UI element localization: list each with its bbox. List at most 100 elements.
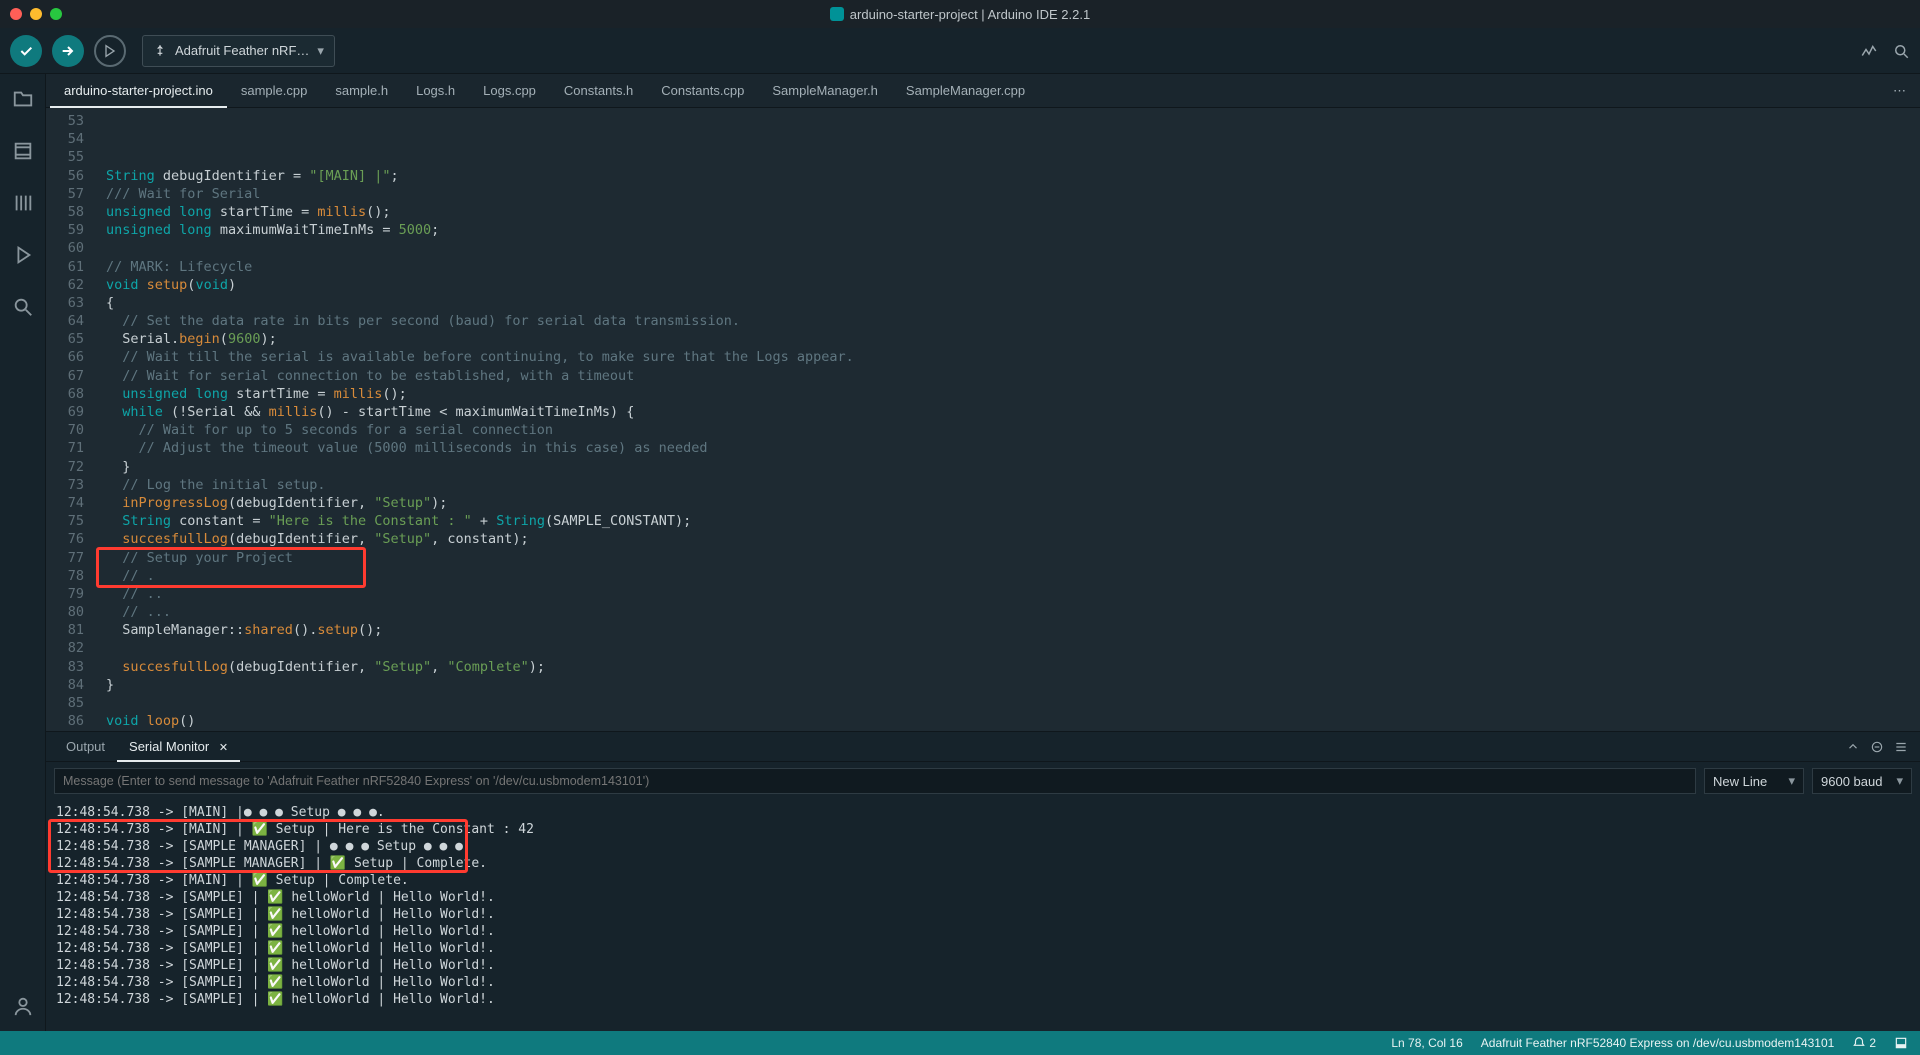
panel-tabs: Output Serial Monitor ✕ [46, 732, 1920, 762]
status-board: Adafruit Feather nRF52840 Express on /de… [1481, 1036, 1835, 1050]
upload-button[interactable] [52, 35, 84, 67]
code-line[interactable]: // Wait for serial connection to be esta… [94, 367, 1920, 385]
code-line[interactable]: // Wait for up to 5 seconds for a serial… [94, 421, 1920, 439]
log-line: 12:48:54.738 -> [SAMPLE] | ✅ helloWorld … [56, 906, 1910, 923]
serial-plotter-icon[interactable] [1860, 42, 1878, 60]
baud-rate-label: 9600 baud [1821, 774, 1882, 789]
chevron-down-icon: ▾ [1896, 773, 1903, 789]
code-line[interactable]: // Wait till the serial is available bef… [94, 348, 1920, 366]
code-line[interactable]: unsigned long maximumWaitTimeInMs = 5000… [94, 221, 1920, 239]
code-line[interactable]: String constant = "Here is the Constant … [94, 512, 1920, 530]
log-line: 12:48:54.738 -> [SAMPLE] | ✅ helloWorld … [56, 923, 1910, 940]
code-line[interactable]: } [94, 458, 1920, 476]
boards-manager-icon[interactable] [10, 138, 36, 164]
tab-logs-h[interactable]: Logs.h [402, 74, 469, 108]
serial-monitor-bar: New Line ▾ 9600 baud ▾ [46, 762, 1920, 800]
log-line: 12:48:54.738 -> [MAIN] | ✅ Setup | Compl… [56, 872, 1910, 889]
panel-tab-serial-label: Serial Monitor [129, 739, 209, 754]
code-line[interactable]: unsigned long startTime = millis(); [94, 385, 1920, 403]
explorer-icon[interactable] [10, 86, 36, 112]
tab-sample-h[interactable]: sample.h [321, 74, 402, 108]
code-line[interactable] [94, 239, 1920, 257]
chevron-down-icon: ▾ [317, 43, 324, 59]
cursor-position: Ln 78, Col 16 [1391, 1036, 1462, 1050]
line-ending-select[interactable]: New Line ▾ [1704, 768, 1804, 794]
code-line[interactable] [94, 694, 1920, 712]
code-line[interactable]: String debugIdentifier = "[MAIN] |"; [94, 167, 1920, 185]
line-ending-label: New Line [1713, 774, 1767, 789]
tabs-overflow-icon[interactable]: ⋯ [1879, 83, 1920, 99]
code-line[interactable]: // . [94, 567, 1920, 585]
code-line[interactable]: succesfullLog(debugIdentifier, "Setup", … [94, 658, 1920, 676]
close-panel-icon[interactable] [1894, 1036, 1908, 1050]
code-line[interactable]: unsigned long startTime = millis(); [94, 203, 1920, 221]
account-icon[interactable] [10, 993, 36, 1019]
panel-clear-icon[interactable] [1870, 740, 1884, 754]
tab-samplemanager-cpp[interactable]: SampleManager.cpp [892, 74, 1039, 108]
notifications-count: 2 [1869, 1036, 1876, 1050]
board-selector[interactable]: Adafruit Feather nRF… ▾ [142, 35, 335, 67]
code-line[interactable]: // Adjust the timeout value (5000 millis… [94, 439, 1920, 457]
code-line[interactable] [94, 639, 1920, 657]
notifications-icon[interactable]: 2 [1852, 1036, 1876, 1050]
code-line[interactable]: } [94, 676, 1920, 694]
close-icon[interactable]: ✕ [219, 742, 228, 754]
code-line[interactable]: // Set the data rate in bits per second … [94, 312, 1920, 330]
bottom-panel: Output Serial Monitor ✕ [46, 731, 1920, 1031]
workspace: arduino-starter-project.ino sample.cpp s… [46, 74, 1920, 1031]
log-line: 12:48:54.738 -> [SAMPLE] | ✅ helloWorld … [56, 889, 1910, 906]
log-line: 12:48:54.738 -> [SAMPLE] | ✅ helloWorld … [56, 940, 1910, 957]
window-title: arduino-starter-project | Arduino IDE 2.… [0, 7, 1920, 22]
panel-collapse-icon[interactable] [1846, 740, 1860, 754]
code-content[interactable]: String debugIdentifier = "[MAIN] |";/// … [94, 108, 1920, 731]
code-line[interactable]: // MARK: Lifecycle [94, 258, 1920, 276]
window-title-text: arduino-starter-project | Arduino IDE 2.… [850, 7, 1090, 22]
panel-tab-serial-monitor[interactable]: Serial Monitor ✕ [117, 732, 240, 762]
code-line[interactable]: // ... [94, 603, 1920, 621]
code-line[interactable]: // Log the initial setup. [94, 476, 1920, 494]
main-row: arduino-starter-project.ino sample.cpp s… [0, 74, 1920, 1031]
code-line[interactable]: void loop() [94, 712, 1920, 730]
serial-monitor-icon[interactable] [1892, 42, 1910, 60]
debug-panel-icon[interactable] [10, 242, 36, 268]
panel-settings-icon[interactable] [1894, 740, 1908, 754]
library-manager-icon[interactable] [10, 190, 36, 216]
log-line: 12:48:54.738 -> [MAIN] |● ● ● Setup ● ● … [56, 804, 1910, 821]
code-line[interactable]: { [94, 294, 1920, 312]
log-line: 12:48:54.738 -> [SAMPLE] | ✅ helloWorld … [56, 974, 1910, 991]
log-line: 12:48:54.738 -> [MAIN] | ✅ Setup | Here … [56, 821, 1910, 838]
line-gutter: 5354555657585960616263646566676869707172… [46, 108, 94, 731]
log-line: 12:48:54.738 -> [SAMPLE MANAGER] | ✅ Set… [56, 855, 1910, 872]
tab-constants-h[interactable]: Constants.h [550, 74, 647, 108]
panel-tab-output[interactable]: Output [54, 732, 117, 762]
debug-button[interactable] [94, 35, 126, 67]
code-line[interactable]: // Setup your Project [94, 549, 1920, 567]
tab-sample-cpp[interactable]: sample.cpp [227, 74, 321, 108]
code-line[interactable]: inProgressLog(debugIdentifier, "Setup"); [94, 494, 1920, 512]
code-line[interactable]: succesfullLog(debugIdentifier, "Setup", … [94, 530, 1920, 548]
code-line[interactable]: void setup(void) [94, 276, 1920, 294]
code-line[interactable]: /// Wait for Serial [94, 185, 1920, 203]
code-editor[interactable]: 5354555657585960616263646566676869707172… [46, 108, 1920, 731]
tab-arduino-starter-project[interactable]: arduino-starter-project.ino [50, 74, 227, 108]
log-line: 12:48:54.738 -> [SAMPLE] | ✅ helloWorld … [56, 991, 1910, 1008]
serial-log[interactable]: 12:48:54.738 -> [MAIN] |● ● ● Setup ● ● … [46, 800, 1920, 1031]
code-line[interactable]: SampleManager::shared().setup(); [94, 621, 1920, 639]
tab-samplemanager-h[interactable]: SampleManager.h [758, 74, 892, 108]
activity-bar [0, 74, 46, 1031]
code-line[interactable]: while (!Serial && millis() - startTime <… [94, 403, 1920, 421]
chevron-down-icon: ▾ [1788, 773, 1795, 789]
verify-button[interactable] [10, 35, 42, 67]
log-line: 12:48:54.738 -> [SAMPLE] | ✅ helloWorld … [56, 957, 1910, 974]
board-label: Adafruit Feather nRF… [175, 43, 309, 58]
tab-logs-cpp[interactable]: Logs.cpp [469, 74, 550, 108]
code-line[interactable]: Serial.begin(9600); [94, 330, 1920, 348]
serial-message-input[interactable] [54, 768, 1696, 794]
search-icon[interactable] [10, 294, 36, 320]
tab-constants-cpp[interactable]: Constants.cpp [647, 74, 758, 108]
code-line[interactable]: { [94, 730, 1920, 731]
baud-rate-select[interactable]: 9600 baud ▾ [1812, 768, 1912, 794]
status-bar: Ln 78, Col 16 Adafruit Feather nRF52840 … [0, 1031, 1920, 1055]
editor-tabs: arduino-starter-project.ino sample.cpp s… [46, 74, 1920, 108]
code-line[interactable]: // .. [94, 585, 1920, 603]
